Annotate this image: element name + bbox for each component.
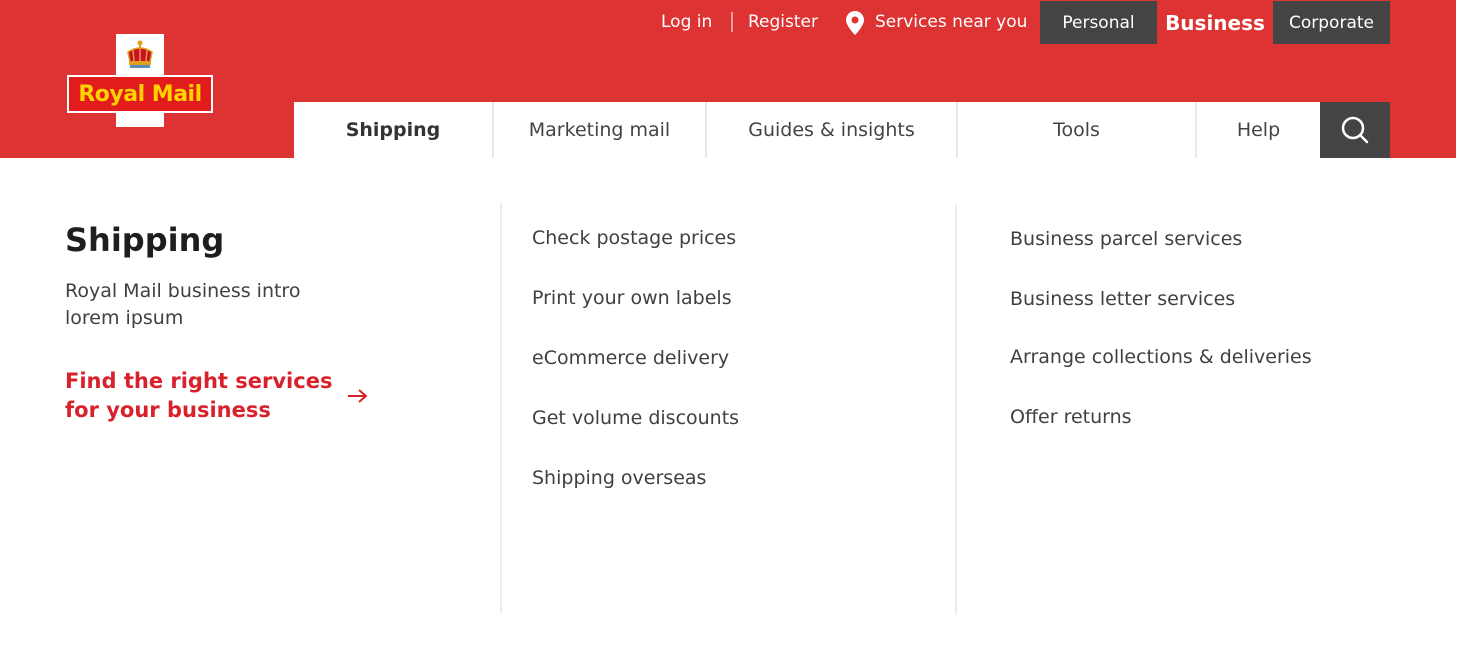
mega-menu-intro: Royal Mail business intro lorem ipsum [65,280,301,329]
find-services-label: Find the right services for your busines… [65,369,333,422]
menu-link[interactable]: Arrange collections & deliveries [1010,345,1312,369]
menu-link[interactable]: Offer returns [1010,405,1132,429]
crown-icon [127,40,153,68]
arrow-right-icon [348,389,368,403]
register-link[interactable]: Register [748,11,818,33]
segment-corporate[interactable]: Corporate [1273,1,1390,44]
mega-menu-title: Shipping [65,221,225,259]
nav-item-shipping[interactable]: Shipping [294,102,494,158]
column-divider [500,203,502,613]
search-icon [1341,116,1369,144]
logo-plate: Royal Mail [67,75,213,113]
location-pin-icon [846,11,864,35]
column-divider [955,205,957,615]
nav-item-help[interactable]: Help [1197,102,1320,158]
mega-menu: Shipping Royal Mail business intro lorem… [0,158,1458,658]
segment-business[interactable]: Business [1157,1,1273,44]
segment-personal[interactable]: Personal [1040,1,1157,44]
menu-link[interactable]: Shipping overseas [532,466,706,490]
services-near-you-link[interactable]: Services near you [875,11,1027,33]
nav-item-tools[interactable]: Tools [958,102,1197,158]
site-header: Royal Mail Log in Register Services near… [0,0,1456,158]
royal-mail-logo[interactable]: Royal Mail [67,34,213,127]
utility-separator [731,12,733,32]
search-button[interactable] [1320,102,1390,158]
login-link[interactable]: Log in [661,11,712,33]
menu-link[interactable]: Business letter services [1010,287,1235,311]
nav-item-guides-insights[interactable]: Guides & insights [707,102,958,158]
main-nav: Shipping Marketing mail Guides & insight… [294,102,1390,158]
menu-link[interactable]: Get volume discounts [532,406,739,430]
nav-item-marketing-mail[interactable]: Marketing mail [494,102,707,158]
menu-link[interactable]: Business parcel services [1010,227,1242,251]
find-services-link[interactable]: Find the right services for your busines… [65,367,375,425]
menu-link[interactable]: Print your own labels [532,286,732,310]
utility-nav: Log in Register Services near you Person… [0,0,1458,44]
menu-link[interactable]: Check postage prices [532,226,736,250]
menu-link[interactable]: eCommerce delivery [532,346,729,370]
logo-text: Royal Mail [69,77,211,111]
